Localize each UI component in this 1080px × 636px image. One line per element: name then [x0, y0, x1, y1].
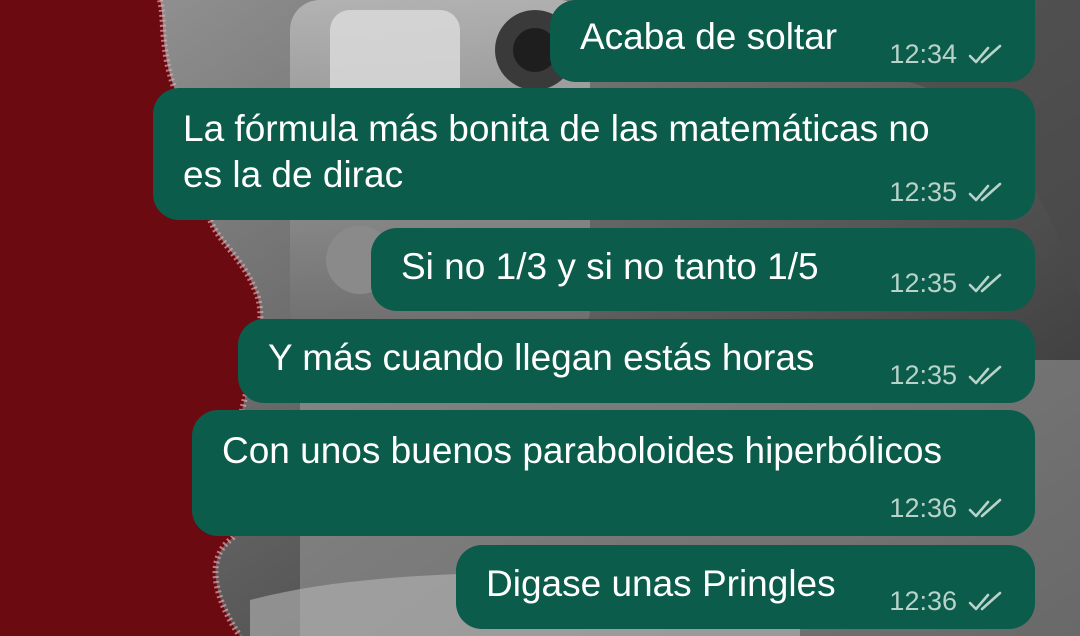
- message-meta: 12:35: [889, 177, 1007, 208]
- message-text: Si no 1/3 y si no tanto 1/5: [401, 246, 819, 287]
- message-meta: 12:35: [889, 360, 1007, 391]
- message-bubble[interactable]: Acaba de soltar 12:34: [550, 0, 1035, 82]
- message-bubble[interactable]: La fórmula más bonita de las matemáticas…: [153, 88, 1035, 220]
- message-bubble[interactable]: Si no 1/3 y si no tanto 1/5 12:35: [371, 228, 1035, 311]
- message-text: Acaba de soltar: [580, 16, 838, 57]
- message-meta: 12:36: [889, 493, 1007, 524]
- message-text: La fórmula más bonita de las matemáticas…: [183, 108, 930, 195]
- message-time: 12:35: [889, 177, 957, 207]
- message-text: Y más cuando llegan estás horas: [268, 337, 815, 378]
- read-double-check-icon: [968, 498, 1002, 517]
- read-double-check-icon: [968, 591, 1002, 610]
- message-bubble[interactable]: Y más cuando llegan estás horas 12:35: [238, 319, 1035, 403]
- message-time: 12:35: [889, 360, 957, 390]
- message-time: 12:36: [889, 493, 957, 523]
- read-double-check-icon: [968, 365, 1002, 384]
- message-time: 12:35: [889, 268, 957, 298]
- read-double-check-icon: [968, 44, 1002, 63]
- message-meta: 12:36: [889, 586, 1007, 617]
- read-double-check-icon: [968, 273, 1002, 292]
- message-time: 12:34: [889, 39, 957, 69]
- message-text: Digase unas Pringles: [486, 563, 836, 604]
- message-meta: 12:35: [889, 268, 1007, 299]
- message-bubble[interactable]: Con unos buenos paraboloides hiperbólico…: [192, 410, 1035, 536]
- message-time: 12:36: [889, 586, 957, 616]
- read-double-check-icon: [968, 182, 1002, 201]
- message-text: Con unos buenos paraboloides hiperbólico…: [222, 430, 942, 471]
- message-meta: 12:34: [889, 39, 1007, 70]
- message-bubble[interactable]: Digase unas Pringles 12:36: [456, 545, 1035, 629]
